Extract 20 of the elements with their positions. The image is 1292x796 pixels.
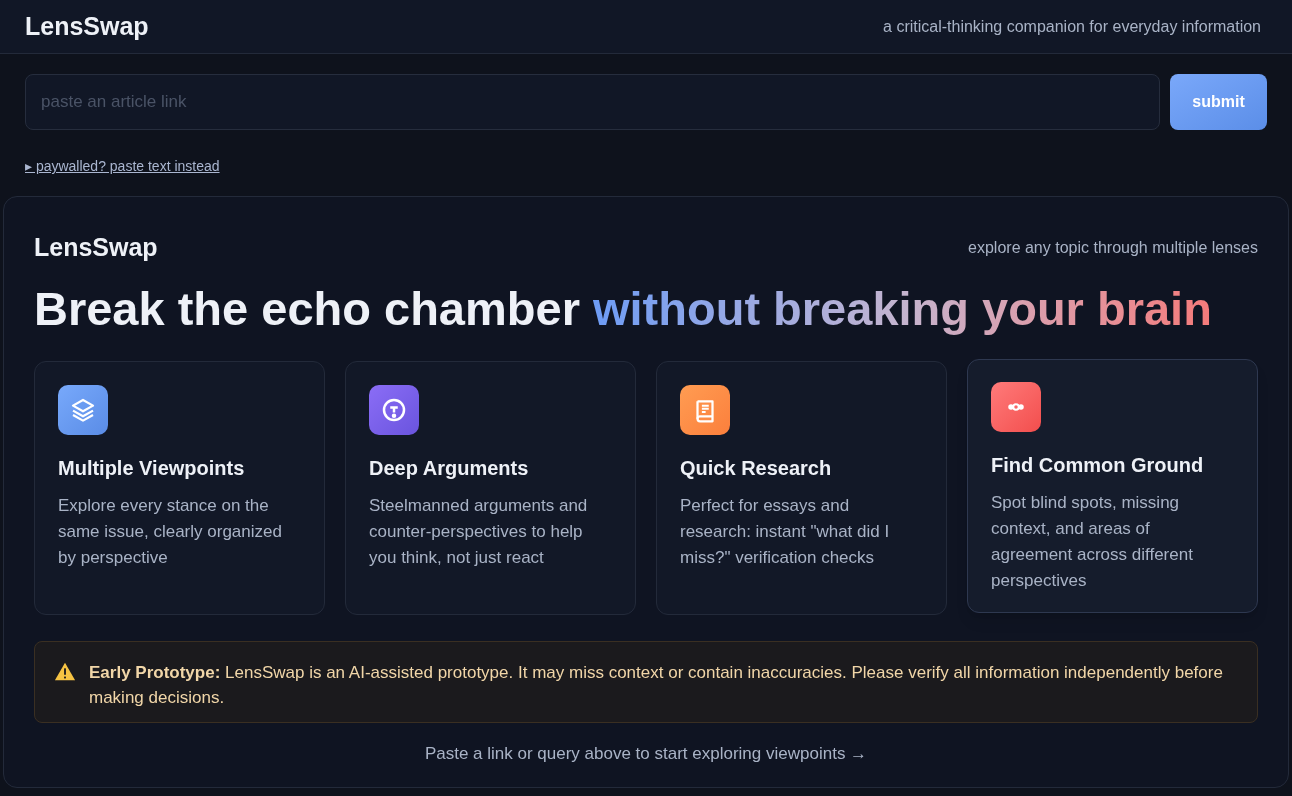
feature-title: Find Common Ground: [991, 452, 1205, 478]
tagline: a critical-thinking companion for everyday information: [883, 16, 1261, 37]
hint-text: Paste a link or query above to start exploring viewpoints →: [423, 742, 869, 765]
feature-title: Multiple Viewpoints: [58, 455, 246, 481]
link-input-field[interactable]: paste an article link: [25, 74, 1160, 130]
rings-icon: [991, 381, 1041, 432]
feature-title: Quick Research: [680, 455, 833, 481]
panel-brand: LensSwap: [34, 232, 158, 263]
feature-description: Steelmanned arguments and counter-perspectives to help you think, not just react: [369, 494, 589, 569]
feature-title: Deep Arguments: [369, 455, 530, 481]
feature-description: Spot blind spots, missing context, and areas of agreement across different perspectives: [991, 491, 1194, 592]
book-icon: [680, 384, 730, 435]
layers-icon: [58, 384, 108, 435]
paywall-toggle-link[interactable]: ▸ paywalled? paste text instead: [25, 158, 220, 174]
feature-description: Perfect for essays and research: instant "what did I miss?" verification checks: [680, 494, 891, 569]
panel-subtitle: explore any topic through multiple lenses: [968, 237, 1258, 258]
feature-description: Explore every stance on the same issue, clearly organized by perspective: [58, 494, 283, 569]
notice-text: Early Prototype: LensSwap is an AI-assisted prototype. It may miss context or contain inaccuracies. Please verify all information independently before making decisions.: [89, 661, 1224, 709]
headline: Break the echo chamber without breaking your brain: [34, 280, 1213, 337]
app-title: LensSwap: [25, 10, 149, 42]
